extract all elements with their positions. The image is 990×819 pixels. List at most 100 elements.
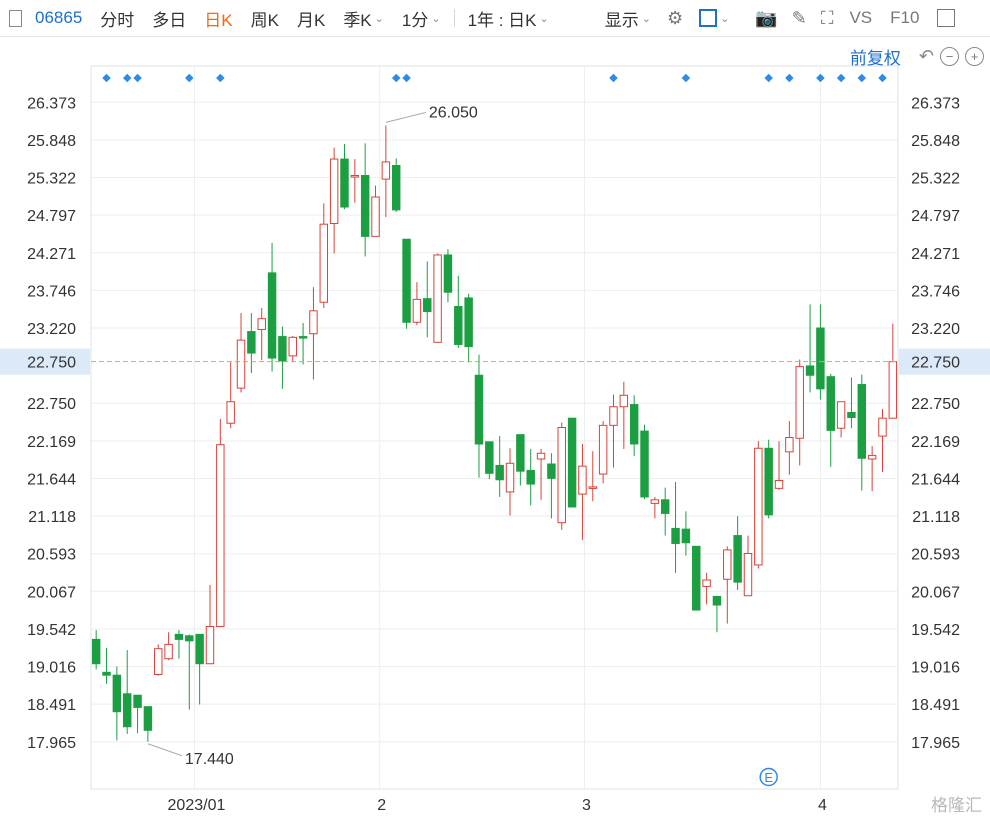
candle (329, 147, 339, 254)
x-tick-label: 2023/01 (168, 797, 226, 814)
candle-body (723, 549, 732, 580)
candle-body (485, 441, 494, 474)
candle (402, 238, 411, 329)
candle (578, 443, 587, 540)
candle (505, 448, 515, 516)
candle-body (671, 527, 680, 544)
watermark-text: 格隆汇 (931, 796, 982, 815)
y-tick-label: 19.016 (27, 660, 76, 677)
candle-body (847, 411, 856, 418)
candle-body (878, 417, 887, 437)
candle (154, 644, 163, 676)
candle-body (826, 376, 835, 431)
candle-body (454, 306, 463, 345)
candle (785, 421, 794, 475)
candle-body (650, 499, 660, 504)
x-tick-label: 2 (377, 797, 386, 814)
candle (619, 381, 629, 449)
event-dot (391, 73, 401, 83)
event-dot (185, 73, 194, 83)
event-dot (857, 73, 867, 83)
y-tick-label: 22.169 (911, 434, 960, 451)
candle (112, 666, 122, 741)
y-tick-label: 18.491 (911, 697, 960, 714)
annotation-leader (385, 111, 426, 123)
candle-body (774, 479, 784, 489)
candle-body (836, 401, 846, 429)
candle-body (247, 331, 256, 354)
candlestick-chart[interactable]: 26.373 25.848 25.322 24.797 24.271 23.746 23.2… (0, 0, 990, 819)
event-dot (609, 73, 618, 83)
candle-body (112, 674, 122, 713)
candle-body (702, 579, 711, 587)
candle (216, 418, 225, 628)
candle-body (578, 465, 587, 495)
y-tick-label: 24.271 (27, 246, 76, 263)
candle (495, 436, 504, 497)
y-tick-label: 17.965 (911, 735, 960, 752)
grid-lines (91, 66, 898, 789)
candle (888, 323, 898, 419)
candle (702, 572, 711, 605)
candle-body (102, 671, 111, 676)
candle (278, 326, 287, 389)
candle (381, 125, 391, 218)
candle (226, 362, 235, 429)
candle-body (536, 452, 546, 460)
event-dot (102, 73, 111, 83)
current-price-label-right: 22.750 (911, 355, 960, 372)
candle (205, 584, 215, 665)
candle (660, 487, 670, 536)
candle (412, 282, 422, 326)
event-dot (878, 73, 887, 83)
candle (567, 417, 577, 508)
candle-body (888, 361, 898, 419)
candle (340, 144, 349, 210)
candle-body (278, 336, 287, 362)
candle (764, 439, 773, 519)
candle-body (516, 434, 525, 472)
event-dot (681, 73, 691, 83)
candle (733, 516, 742, 590)
candle-body (350, 175, 360, 178)
candle (795, 359, 804, 466)
candle (692, 545, 701, 611)
candles (91, 125, 898, 742)
candle-body (754, 447, 763, 566)
y-tick-label: 25.848 (27, 133, 76, 150)
candle (454, 275, 463, 349)
candle-body (329, 158, 339, 224)
candle-body (795, 366, 804, 439)
y-tick-label: 20.593 (911, 547, 960, 564)
annotations: 26.050 17.440 (147, 104, 478, 768)
y-tick-label: 26.373 (27, 95, 76, 112)
y-axis-right: 26.373 25.848 25.322 24.797 24.271 23.746 23.2… (911, 95, 960, 751)
candle (298, 322, 308, 365)
candle-body (267, 272, 277, 359)
candle-body (391, 165, 401, 211)
candle-body (91, 638, 101, 665)
candle (174, 630, 184, 659)
candle-body (692, 545, 701, 611)
candle (350, 159, 360, 203)
current-price-line: 22.750 22.750 (0, 348, 990, 375)
candle (516, 434, 525, 486)
candle-body (567, 417, 577, 508)
candle-body (588, 486, 598, 489)
event-dot (133, 73, 142, 83)
y-tick-label: 23.746 (27, 283, 76, 300)
candle (609, 394, 618, 468)
candle-body (360, 175, 370, 237)
candle-body (164, 643, 173, 660)
candle (743, 535, 753, 597)
candle (536, 448, 546, 500)
candle-body (743, 552, 753, 597)
candle-body (619, 394, 629, 408)
candle (309, 287, 318, 380)
candle (371, 185, 380, 237)
plot-area (90, 65, 899, 790)
candle (102, 647, 111, 684)
event-dot (816, 73, 825, 83)
y-tick-label: 21.644 (27, 471, 76, 488)
y-tick-label: 25.848 (911, 133, 960, 150)
